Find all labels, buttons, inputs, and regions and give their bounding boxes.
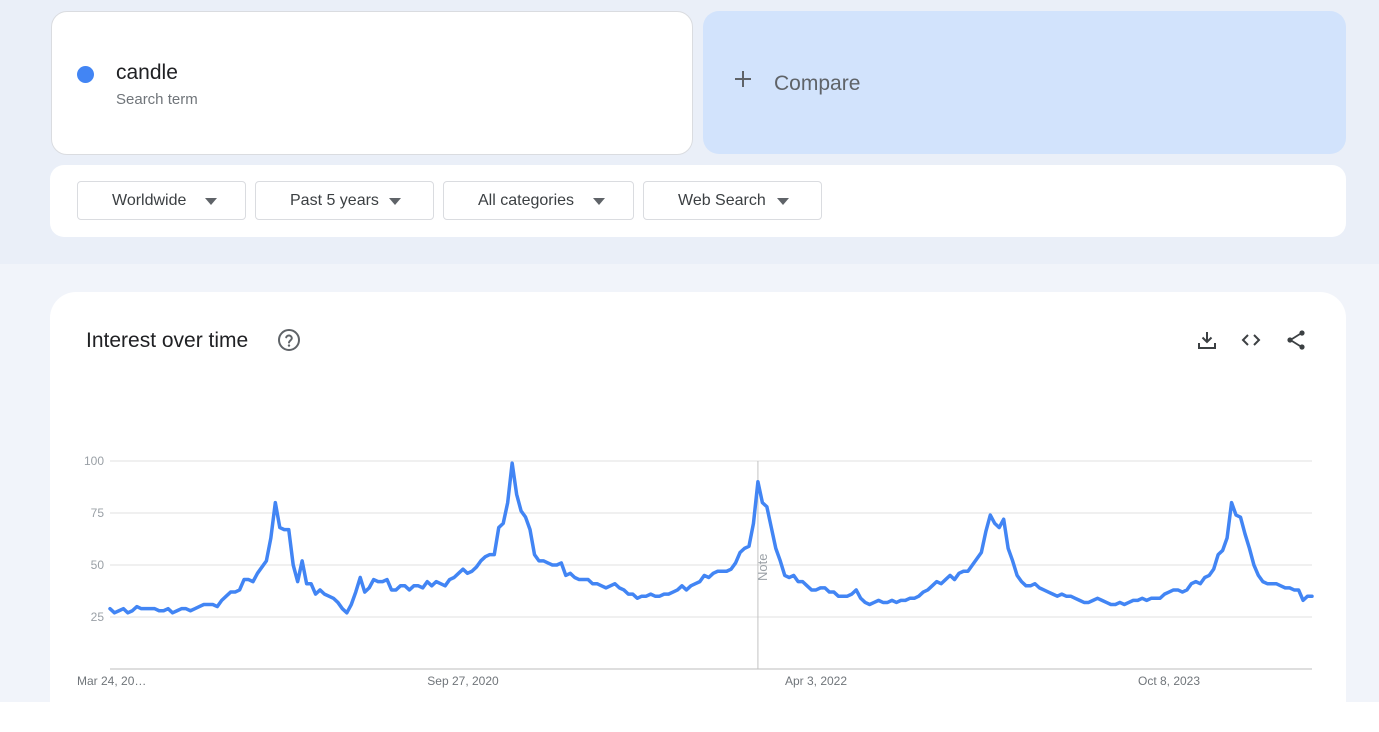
- y-tick-label: 100: [84, 454, 104, 468]
- x-tick-label: Mar 24, 20…: [77, 674, 146, 688]
- compare-label: Compare: [774, 72, 861, 95]
- interest-chart[interactable]: 25 50 75 100 Mar 24, 20… Sep 27, 2020 Apr 3, 2…: [50, 292, 1346, 732]
- caret-down-icon: [205, 198, 217, 205]
- search-term-subtitle: Search term: [116, 91, 198, 108]
- y-tick-label: 25: [91, 610, 105, 624]
- x-tick-label: Sep 27, 2020: [427, 674, 499, 688]
- series-line-candle: [108, 461, 1314, 615]
- x-tick-label: Oct 8, 2023: [1138, 674, 1200, 688]
- time-range-select-label: Past 5 years: [290, 192, 379, 209]
- region-select[interactable]: Worldwide: [77, 181, 246, 220]
- time-range-select[interactable]: Past 5 years: [255, 181, 434, 220]
- compare-button[interactable]: Compare: [703, 11, 1346, 154]
- term-color-dot: [77, 66, 94, 83]
- note-marker-label: Note: [755, 554, 770, 581]
- search-term-card[interactable]: candle Search term: [51, 11, 693, 155]
- search-term-name[interactable]: candle: [116, 61, 178, 85]
- search-property-select[interactable]: Web Search: [643, 181, 822, 220]
- category-select[interactable]: All categories: [443, 181, 634, 220]
- caret-down-icon: [593, 198, 605, 205]
- x-tick-label: Apr 3, 2022: [785, 674, 847, 688]
- plus-icon: [735, 71, 751, 87]
- filter-bar: Worldwide Past 5 years All categories We…: [50, 165, 1346, 237]
- caret-down-icon: [389, 198, 401, 205]
- region-select-label: Worldwide: [112, 192, 187, 209]
- y-tick-label: 75: [91, 506, 105, 520]
- caret-down-icon: [777, 198, 789, 205]
- y-tick-label: 50: [91, 558, 105, 572]
- category-select-label: All categories: [478, 192, 575, 209]
- interest-over-time-card: Interest over time 25 50 75 100 Mar 24, 20… S…: [50, 292, 1346, 732]
- search-property-select-label: Web Search: [678, 192, 766, 209]
